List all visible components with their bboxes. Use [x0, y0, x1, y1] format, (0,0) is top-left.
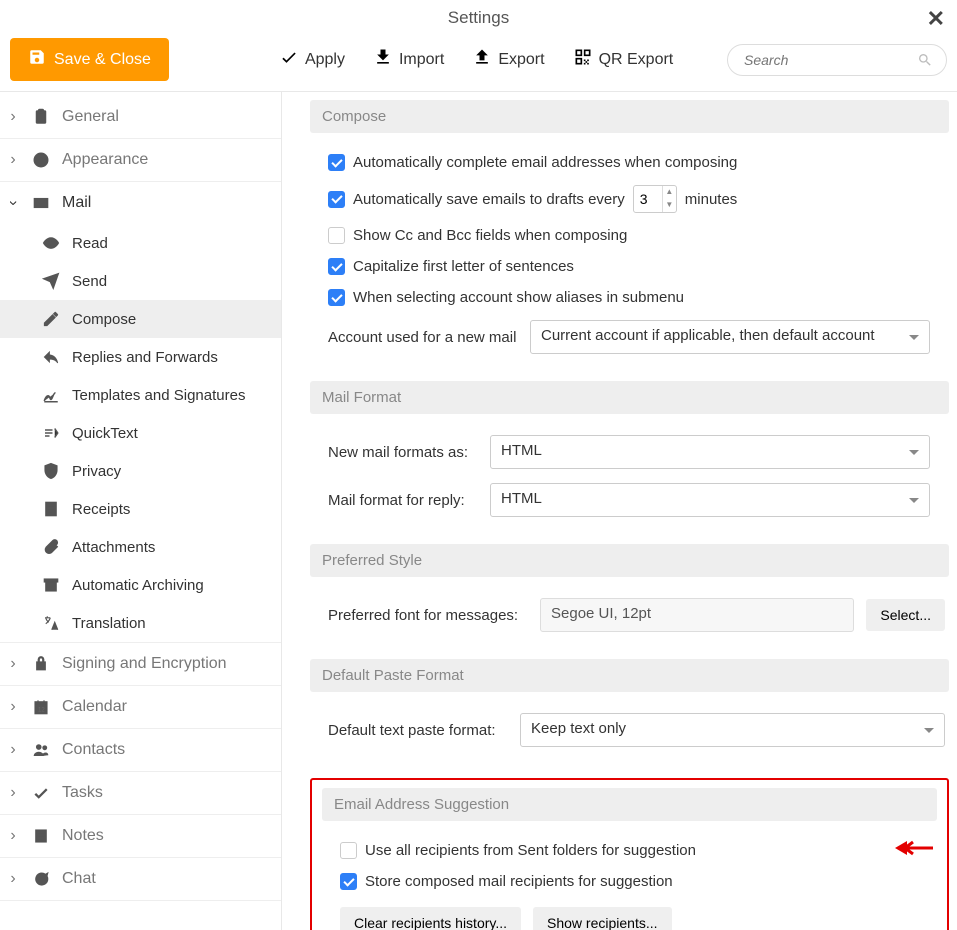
sidebar-appearance[interactable]: › Appearance: [0, 139, 281, 181]
chat-icon: [30, 870, 52, 888]
section-paste-format: Default Paste Format: [310, 659, 949, 692]
sidebar-item-compose[interactable]: Compose: [0, 300, 281, 338]
page-title: Settings: [448, 8, 509, 27]
label-account-new-mail: Account used for a new mail: [328, 329, 518, 346]
checkbox-show-cc-bcc[interactable]: [328, 227, 345, 244]
close-icon[interactable]: ✕: [927, 6, 945, 32]
qr-icon: [573, 47, 593, 72]
select-reply-mail-format[interactable]: HTML: [490, 483, 930, 517]
apply-button[interactable]: Apply: [279, 47, 345, 72]
checkbox-autosave[interactable]: [328, 191, 345, 208]
check-icon: [30, 784, 52, 802]
chevron-right-icon: ›: [6, 108, 20, 126]
search-input[interactable]: [727, 44, 947, 76]
checkbox-capitalize[interactable]: [328, 258, 345, 275]
chevron-right-icon: ›: [6, 698, 20, 716]
checkbox-aliases-submenu[interactable]: [328, 289, 345, 306]
label-preferred-font: Preferred font for messages:: [328, 607, 528, 624]
checkbox-use-sent-recipients[interactable]: [340, 842, 357, 859]
spin-down[interactable]: ▼: [663, 199, 676, 212]
highlight-suggestion-section: Email Address Suggestion Use all recipie…: [310, 778, 949, 930]
sidebar-item-translation[interactable]: Translation: [0, 604, 281, 642]
reply-icon: [40, 348, 62, 366]
contacts-icon: [30, 741, 52, 759]
sidebar-item-privacy[interactable]: Privacy: [0, 452, 281, 490]
chevron-right-icon: ›: [6, 827, 20, 845]
section-email-suggestion: Email Address Suggestion: [322, 788, 937, 821]
svg-text:12: 12: [38, 708, 45, 714]
clipboard-icon: [30, 108, 52, 126]
sidebar-general[interactable]: › General: [0, 96, 281, 138]
sidebar-item-receipts[interactable]: Receipts: [0, 490, 281, 528]
preferred-font-display: Segoe UI, 12pt: [540, 598, 854, 632]
sidebar-signing[interactable]: › Signing and Encryption: [0, 643, 281, 685]
export-icon: [472, 47, 492, 72]
chevron-right-icon: ›: [6, 655, 20, 673]
clear-recipients-button[interactable]: Clear recipients history...: [340, 907, 521, 930]
archive-icon: [40, 576, 62, 594]
sidebar-calendar[interactable]: › 12 Calendar: [0, 686, 281, 728]
sidebar-item-templates[interactable]: Templates and Signatures: [0, 376, 281, 414]
select-new-mail-format[interactable]: HTML: [490, 435, 930, 469]
palette-icon: [30, 151, 52, 169]
sidebar-item-quicktext[interactable]: QuickText: [0, 414, 281, 452]
sidebar-item-send[interactable]: Send: [0, 262, 281, 300]
chevron-right-icon: ›: [6, 741, 20, 759]
search-icon: [917, 52, 933, 68]
select-font-button[interactable]: Select...: [866, 599, 945, 631]
import-button[interactable]: Import: [373, 47, 444, 72]
chevron-right-icon: ›: [6, 151, 20, 169]
export-button[interactable]: Export: [472, 47, 544, 72]
translate-icon: [40, 614, 62, 632]
section-mail-format: Mail Format: [310, 381, 949, 414]
chevron-down-icon: ›: [4, 196, 22, 210]
label-paste-format: Default text paste format:: [328, 722, 508, 739]
section-compose: Compose: [310, 100, 949, 133]
mail-icon: [30, 194, 52, 212]
sidebar-mail[interactable]: › Mail: [0, 182, 281, 224]
sidebar-chat[interactable]: › Chat: [0, 858, 281, 900]
sidebar-item-replies[interactable]: Replies and Forwards: [0, 338, 281, 376]
show-recipients-button[interactable]: Show recipients...: [533, 907, 672, 930]
qr-export-button[interactable]: QR Export: [573, 47, 674, 72]
save-close-button[interactable]: Save & Close: [10, 38, 169, 81]
import-icon: [373, 47, 393, 72]
red-arrow-annotation: [893, 840, 933, 859]
calendar-icon: 12: [30, 698, 52, 716]
sidebar-item-attachments[interactable]: Attachments: [0, 528, 281, 566]
select-paste-format[interactable]: Keep text only: [520, 713, 945, 747]
save-icon: [28, 48, 46, 71]
spin-up[interactable]: ▲: [663, 186, 676, 199]
receipt-icon: [40, 500, 62, 518]
select-account-new-mail[interactable]: Current account if applicable, then defa…: [530, 320, 930, 354]
chevron-right-icon: ›: [6, 784, 20, 802]
eye-icon: [40, 234, 62, 252]
label-reply-mail-format: Mail format for reply:: [328, 492, 478, 509]
pencil-icon: [40, 310, 62, 328]
paperclip-icon: [40, 538, 62, 556]
send-icon: [40, 272, 62, 290]
sidebar-notes[interactable]: › Notes: [0, 815, 281, 857]
label-new-mail-format: New mail formats as:: [328, 444, 478, 461]
checkbox-store-recipients[interactable]: [340, 873, 357, 890]
shield-icon: [40, 462, 62, 480]
check-icon: [279, 47, 299, 72]
sidebar-contacts[interactable]: › Contacts: [0, 729, 281, 771]
sidebar-item-read[interactable]: Read: [0, 224, 281, 262]
signature-icon: [40, 386, 62, 404]
quicktext-icon: [40, 424, 62, 442]
chevron-right-icon: ›: [6, 870, 20, 888]
section-preferred-style: Preferred Style: [310, 544, 949, 577]
sidebar-tasks[interactable]: › Tasks: [0, 772, 281, 814]
lock-icon: [30, 655, 52, 673]
sidebar-item-archiving[interactable]: Automatic Archiving: [0, 566, 281, 604]
checkbox-autocomplete[interactable]: [328, 154, 345, 171]
note-icon: [30, 827, 52, 845]
